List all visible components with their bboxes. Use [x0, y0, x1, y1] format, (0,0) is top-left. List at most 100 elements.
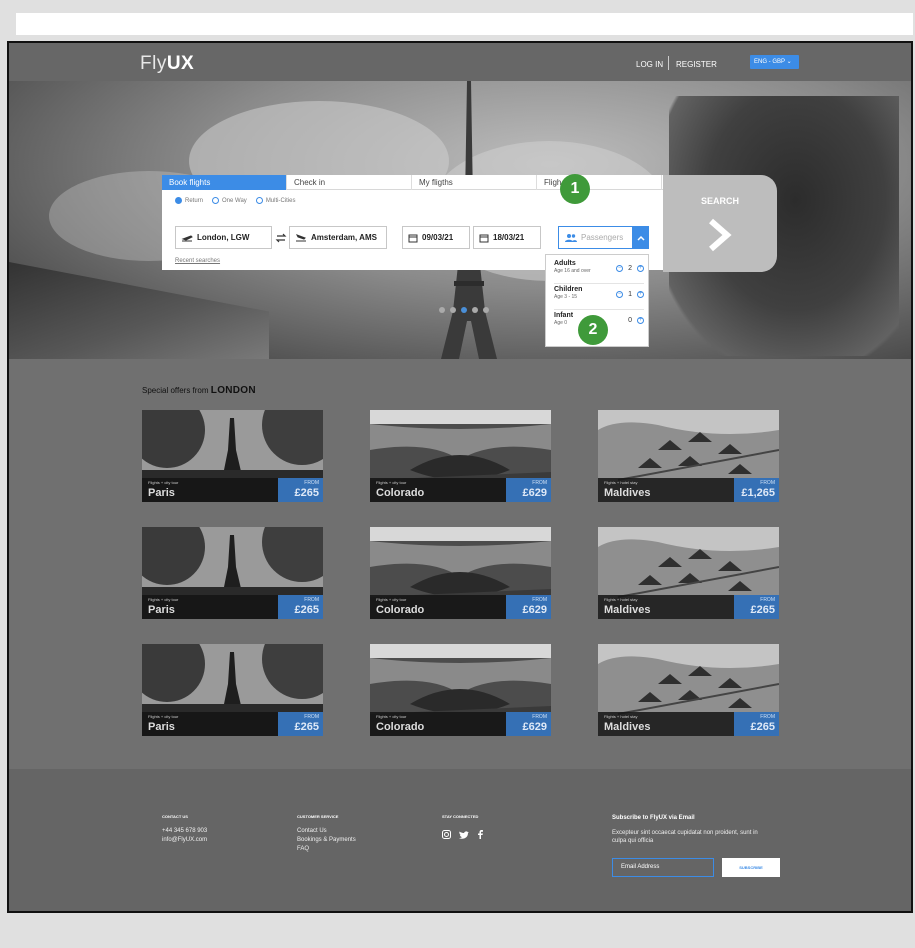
- plus-icon[interactable]: +: [637, 291, 644, 298]
- depart-date-value: 09/03/21: [422, 233, 454, 242]
- footer-link-bookings[interactable]: Bookings & Payments: [297, 836, 356, 845]
- offer-caption: Flights + city tour Paris FROM £265: [142, 712, 323, 736]
- carousel-dot[interactable]: [439, 307, 445, 313]
- passengers-toggle-button[interactable]: [632, 226, 649, 249]
- swap-icon[interactable]: [275, 232, 287, 244]
- offer-from-label: FROM: [760, 597, 775, 603]
- offer-city: Paris: [148, 604, 175, 616]
- minus-icon[interactable]: −: [616, 265, 624, 272]
- offer-card[interactable]: Flights + hotel stay Maldives FROM £1,26…: [598, 410, 779, 502]
- login-link[interactable]: LOG IN: [636, 60, 663, 69]
- offer-card[interactable]: Flights + hotel stay Maldives FROM £265: [598, 644, 779, 736]
- offer-type: Flights + hotel stay: [604, 597, 638, 602]
- offer-price-box: FROM £629: [506, 478, 551, 502]
- offer-card[interactable]: Flights + city tour Paris FROM £265: [142, 527, 323, 619]
- offer-city: Colorado: [376, 721, 425, 733]
- passenger-count: 2: [628, 265, 632, 272]
- radio-multi-cities[interactable]: Multi-Cities: [255, 197, 296, 204]
- offer-from-label: FROM: [532, 480, 547, 486]
- subscribe-description: Excepteur sint occaecat cupidatat non pr…: [612, 830, 758, 844]
- passengers-placeholder: Passengers: [581, 233, 624, 242]
- from-field[interactable]: London, LGW: [175, 226, 272, 249]
- offer-type: Flights + hotel stay: [604, 480, 638, 485]
- offer-price-box: FROM £265: [734, 595, 779, 619]
- to-field[interactable]: Amsterdam, AMS: [289, 226, 387, 249]
- special-offers-heading: Special offers from LONDON: [142, 385, 256, 396]
- carousel-dot[interactable]: [483, 307, 489, 313]
- offer-caption: Flights + city tour Colorado FROM £629: [370, 712, 551, 736]
- offer-card[interactable]: Flights + city tour Colorado FROM £629: [370, 644, 551, 736]
- offer-price: £265: [750, 604, 775, 616]
- header-divider: [668, 56, 669, 70]
- to-value: Amsterdam, AMS: [311, 233, 377, 242]
- search-button[interactable]: SEARCH: [663, 175, 777, 272]
- contact-phone[interactable]: +44 345 678 903: [162, 827, 207, 836]
- offer-price: £265: [294, 604, 319, 616]
- radio-return[interactable]: Return: [175, 197, 203, 204]
- recent-searches-link[interactable]: Recent searches: [175, 258, 220, 264]
- tab-flight-status[interactable]: Fligh: [537, 175, 662, 190]
- carousel-dot-active[interactable]: [461, 307, 467, 313]
- radio-one-way[interactable]: One Way: [212, 197, 247, 204]
- offer-from-label: FROM: [760, 480, 775, 486]
- tab-check-in[interactable]: Check in: [287, 175, 412, 190]
- subscribe-heading: Subscribe to FlyUX via Email: [612, 815, 695, 821]
- social-links: [442, 830, 483, 839]
- hero-banner: Book flights Check in My fligths Fligh R…: [9, 81, 911, 359]
- offer-type: Flights + city tour: [148, 480, 179, 485]
- facebook-icon[interactable]: [477, 830, 483, 839]
- return-date-field[interactable]: 18/03/21: [473, 226, 541, 249]
- offer-from-label: FROM: [304, 714, 319, 720]
- offer-card[interactable]: Flights + city tour Paris FROM £265: [142, 410, 323, 502]
- footer-link-contact[interactable]: Contact Us: [297, 827, 327, 836]
- offer-price-box: FROM £265: [734, 712, 779, 736]
- offer-price: £629: [522, 487, 547, 499]
- offer-caption: Flights + hotel stay Maldives FROM £1,26…: [598, 478, 779, 502]
- offer-card[interactable]: Flights + city tour Paris FROM £265: [142, 644, 323, 736]
- browser-address-bar[interactable]: [16, 13, 913, 35]
- carousel-dot[interactable]: [450, 307, 456, 313]
- instagram-icon[interactable]: [442, 830, 451, 839]
- tab-book-flights[interactable]: Book flights: [162, 175, 287, 190]
- depart-date-field[interactable]: 09/03/21: [402, 226, 470, 249]
- offer-price-box: FROM £265: [278, 595, 323, 619]
- offer-price-box: FROM £629: [506, 595, 551, 619]
- subscribe-button[interactable]: SUBSCRIBE: [722, 858, 780, 877]
- offer-caption: Flights + city tour Paris FROM £265: [142, 478, 323, 502]
- offer-price: £629: [522, 721, 547, 733]
- offer-card[interactable]: Flights + city tour Colorado FROM £629: [370, 410, 551, 502]
- passengers-input[interactable]: Passengers: [558, 226, 634, 249]
- offer-price: £1,265: [741, 487, 775, 499]
- plus-icon[interactable]: +: [637, 265, 644, 272]
- tab-my-flights[interactable]: My fligths: [412, 175, 537, 190]
- offer-city: Paris: [148, 487, 175, 499]
- contact-email[interactable]: info@FlyUX.com: [162, 836, 207, 845]
- offer-card[interactable]: Flights + city tour Colorado FROM £629: [370, 527, 551, 619]
- chevron-right-icon: [709, 218, 732, 252]
- offer-price: £265: [294, 721, 319, 733]
- language-select[interactable]: ENG - GBP ⌄: [750, 55, 799, 69]
- offer-price: £265: [294, 487, 319, 499]
- radio-label: Multi-Cities: [265, 197, 296, 204]
- offer-caption: Flights + hotel stay Maldives FROM £265: [598, 712, 779, 736]
- footer-link-faq[interactable]: FAQ: [297, 845, 309, 854]
- logo[interactable]: FlyUX: [140, 53, 194, 75]
- offer-type: Flights + city tour: [376, 714, 407, 719]
- offer-caption: Flights + city tour Colorado FROM £629: [370, 478, 551, 502]
- plus-icon[interactable]: +: [637, 317, 644, 324]
- offer-card[interactable]: Flights + hotel stay Maldives FROM £265: [598, 527, 779, 619]
- register-link[interactable]: REGISTER: [676, 60, 717, 69]
- calendar-icon: [479, 234, 489, 242]
- carousel-dot[interactable]: [472, 307, 478, 313]
- annotation-badge-2: 2: [578, 315, 608, 345]
- minus-icon[interactable]: −: [616, 291, 624, 298]
- offer-caption: Flights + city tour Paris FROM £265: [142, 595, 323, 619]
- site-header: FlyUX LOG IN REGISTER ENG - GBP ⌄: [9, 43, 911, 81]
- twitter-icon[interactable]: [459, 830, 469, 839]
- offer-city: Colorado: [376, 487, 425, 499]
- radio-unchecked-icon: [212, 197, 220, 204]
- offer-price: £265: [750, 721, 775, 733]
- calendar-icon: [408, 234, 418, 242]
- email-input[interactable]: Email Address: [612, 858, 714, 877]
- radio-label: Return: [185, 197, 204, 204]
